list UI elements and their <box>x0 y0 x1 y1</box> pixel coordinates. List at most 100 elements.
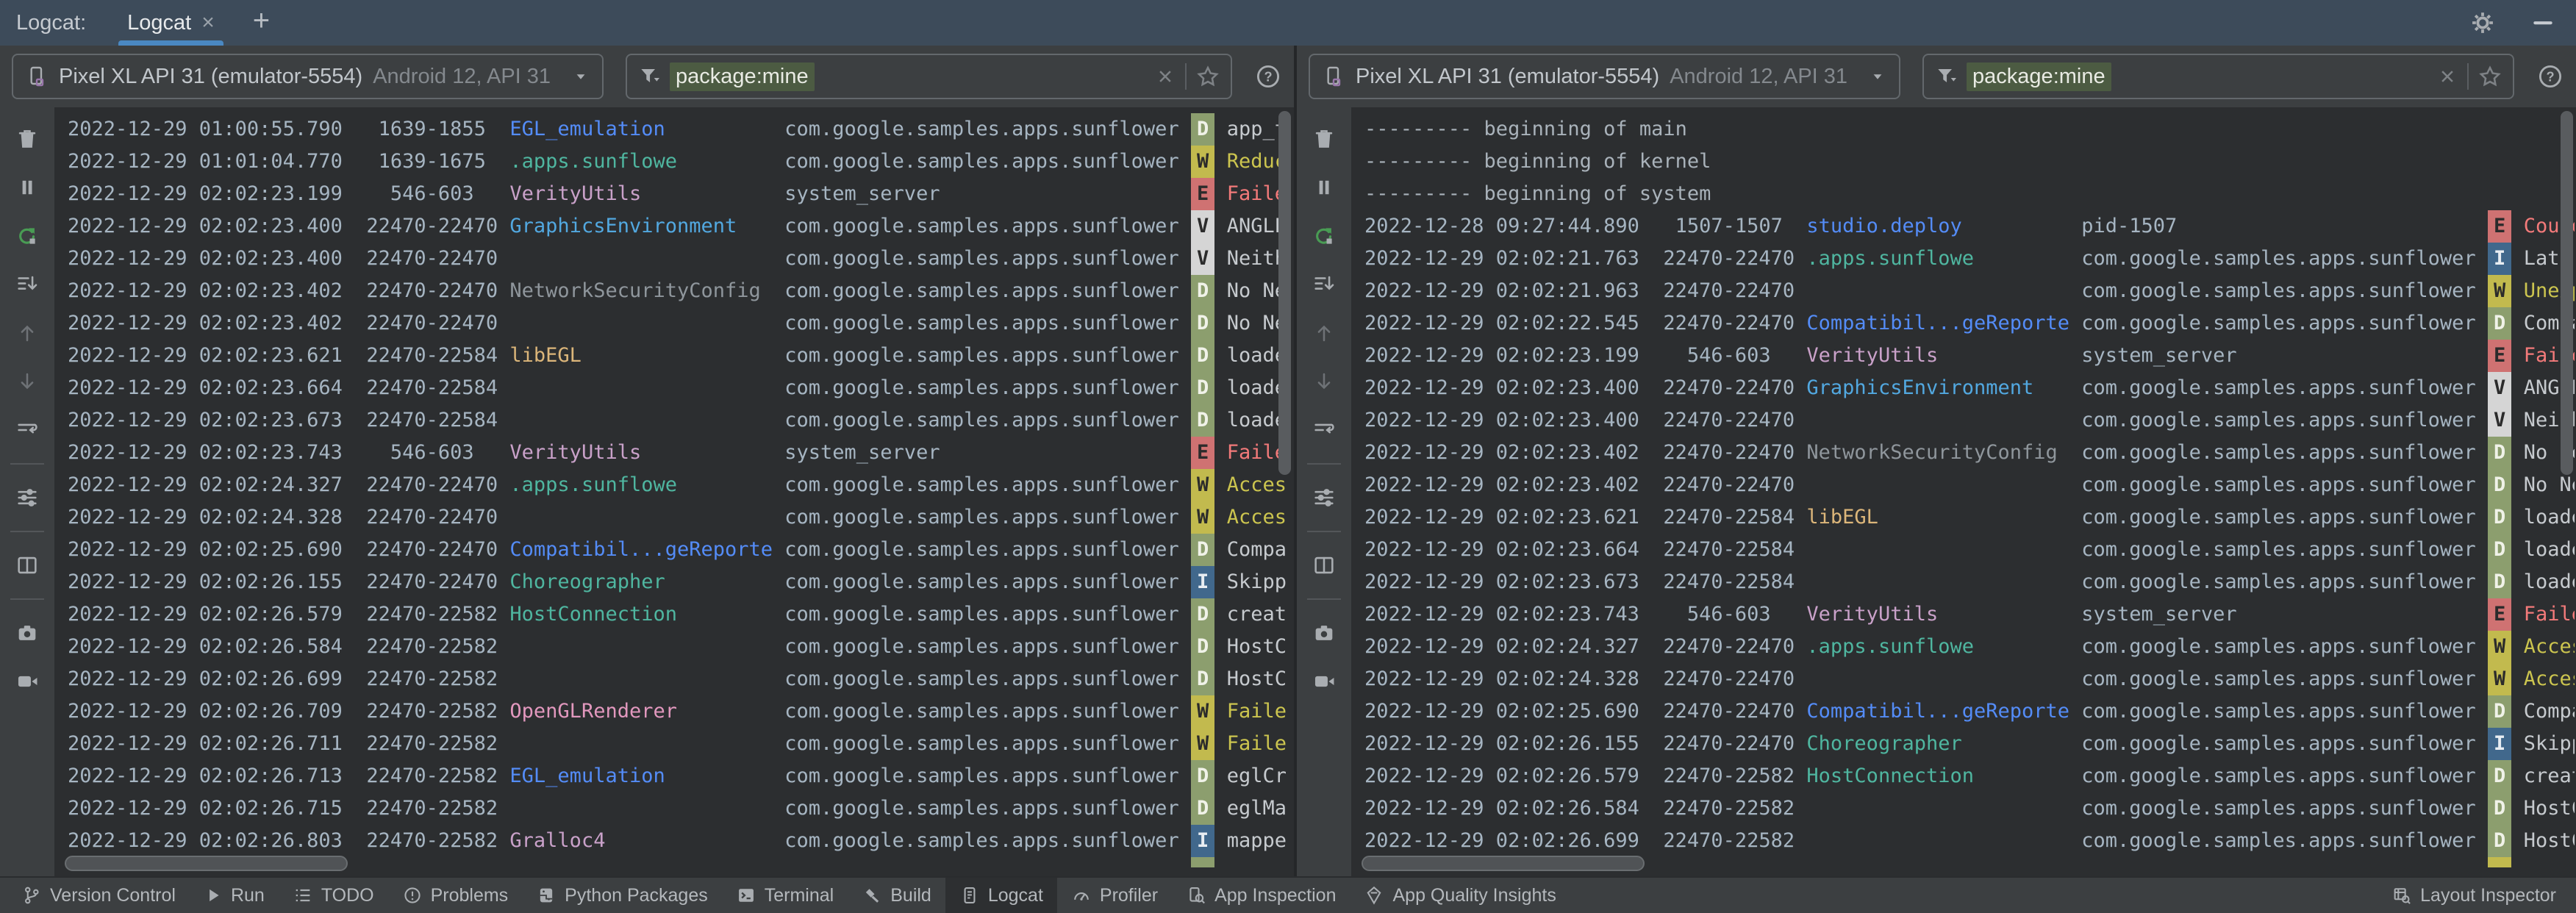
filter-funnel-icon[interactable] <box>637 65 661 88</box>
statusbar-item-todo[interactable]: TODO <box>279 878 388 913</box>
log-row[interactable]: 2022-12-29 02:02:24.327 22470-22470 .apps.… <box>68 469 1292 501</box>
soft-wrap-icon[interactable] <box>1303 409 1345 451</box>
log-row[interactable]: --------- beginning of main <box>1364 113 2575 146</box>
vertical-scrollbar[interactable] <box>2561 111 2573 475</box>
settings-gear-icon[interactable] <box>2469 9 2497 37</box>
record-screen-icon[interactable] <box>6 660 49 703</box>
log-row[interactable]: 2022-12-29 02:02:26.584 22470-22582 com.go… <box>1364 792 2575 825</box>
hide-tool-window-icon[interactable] <box>2529 9 2557 37</box>
log-row[interactable]: 2022-12-29 02:02:23.402 22470-22470 Networ… <box>68 275 1292 307</box>
horizontal-scrollbar[interactable] <box>1362 856 1645 871</box>
log-row[interactable]: 2022-12-29 02:02:25.690 22470-22470 Compat… <box>68 534 1292 566</box>
pause-logcat-icon[interactable] <box>1303 166 1345 209</box>
tab-logcat[interactable]: Logcat × <box>114 0 228 46</box>
log-row[interactable]: 2022-12-29 02:02:26.584 22470-22582 com.go… <box>68 631 1292 663</box>
log-row[interactable]: 2022-12-29 02:02:26.699 22470-22582 com.go… <box>68 663 1292 695</box>
statusbar-item-logcat[interactable]: Logcat <box>945 878 1057 913</box>
log-row[interactable]: 2022-12-29 02:02:25.690 22470-22470 Compat… <box>1364 695 2575 728</box>
statusbar-item-app-quality-insights[interactable]: App Quality Insights <box>1350 878 1570 913</box>
take-screenshot-icon[interactable] <box>1303 612 1345 654</box>
log-row[interactable]: 2022-12-29 02:02:21.763 22470-22470 .apps.… <box>1364 243 2575 275</box>
log-row[interactable]: 2022-12-29 02:02:26.715 22470-22582 com.go… <box>68 792 1292 825</box>
log-row[interactable]: 2022-12-28 09:27:44.890 1507-1507 studio.d… <box>1364 210 2575 243</box>
log-row[interactable]: 2022-12-29 02:02:26.711 22470-22582 com.go… <box>68 728 1292 760</box>
record-screen-icon[interactable] <box>1303 660 1345 703</box>
log-row[interactable]: 2022-12-29 02:02:23.673 22470-22584 com.go… <box>68 404 1292 437</box>
log-row[interactable]: 2022-12-29 02:02:23.400 22470-22470 Graphi… <box>1364 372 2575 404</box>
filter-help-icon[interactable]: ? <box>1254 62 1282 90</box>
previous-occurrence-icon[interactable] <box>6 312 49 354</box>
horizontal-scrollbar[interactable] <box>65 856 348 871</box>
favorite-star-icon[interactable] <box>1195 64 1220 89</box>
take-screenshot-icon[interactable] <box>6 612 49 654</box>
device-selector[interactable]: Pixel XL API 31 (emulator-5554) Android 1… <box>12 54 604 99</box>
restart-logcat-icon[interactable] <box>1303 215 1345 257</box>
log-row[interactable]: 2022-12-29 02:02:23.400 22470-22470 com.go… <box>68 243 1292 275</box>
statusbar-item-layout-inspector[interactable]: Layout Inspector <box>2378 878 2570 913</box>
restart-logcat-icon[interactable] <box>6 215 49 257</box>
statusbar-item-python-packages[interactable]: Python Packages <box>522 878 722 913</box>
statusbar-item-problems[interactable]: Problems <box>388 878 523 913</box>
clear-logcat-icon[interactable] <box>6 118 49 160</box>
log-row[interactable]: 2022-12-29 02:02:23.743 546-603 VerityUtil… <box>68 437 1292 469</box>
clear-filter-icon[interactable] <box>2436 65 2458 87</box>
clear-logcat-icon[interactable] <box>1303 118 1345 160</box>
log-row[interactable]: 2022-12-29 02:02:23.402 22470-22470 com.go… <box>68 307 1292 340</box>
log-row[interactable]: 2022-12-29 02:02:23.402 22470-22470 com.go… <box>1364 469 2575 501</box>
statusbar-item-version-control[interactable]: Version Control <box>7 878 190 913</box>
log-row[interactable]: 2022-12-29 02:02:26.579 22470-22582 HostCo… <box>1364 760 2575 792</box>
log-row[interactable]: 2022-12-29 02:02:26.803 22470-22582 Grallo… <box>68 825 1292 857</box>
log-row[interactable]: 2022-12-29 02:02:23.400 22470-22470 com.go… <box>1364 404 2575 437</box>
new-tab-button[interactable]: + <box>253 6 270 40</box>
filter-help-icon[interactable]: ? <box>2536 62 2564 90</box>
device-selector[interactable]: Pixel XL API 31 (emulator-5554) Android 1… <box>1309 54 1901 99</box>
filter-input[interactable]: package:mine <box>626 54 1232 99</box>
pause-logcat-icon[interactable] <box>6 166 49 209</box>
log-row[interactable]: 2022-12-29 02:02:23.621 22470-22584 libEGL… <box>68 340 1292 372</box>
statusbar-item-terminal[interactable]: Terminal <box>722 878 848 913</box>
log-row[interactable]: 2022-12-29 02:02:24.327 22470-22470 .apps.… <box>1364 631 2575 663</box>
statusbar-item-app-inspection[interactable]: App Inspection <box>1172 878 1350 913</box>
log-row[interactable]: 2022-12-29 02:02:26.155 22470-22470 Choreo… <box>1364 728 2575 760</box>
log-row[interactable]: 2022-12-29 01:01:04.770 1639-1675 .apps.su… <box>68 146 1292 178</box>
log-row[interactable]: 2022-12-29 02:02:23.400 22470-22470 Graphi… <box>68 210 1292 243</box>
soft-wrap-icon[interactable] <box>6 409 49 451</box>
statusbar-item-build[interactable]: Build <box>848 878 945 913</box>
filter-input[interactable]: package:mine <box>1922 54 2514 99</box>
split-panels-icon[interactable] <box>1303 544 1345 587</box>
log-row[interactable]: --------- beginning of kernel <box>1364 146 2575 178</box>
log-row[interactable]: 2022-12-29 02:02:23.402 22470-22470 Networ… <box>1364 437 2575 469</box>
log-row[interactable]: 2022-12-29 02:02:21.963 22470-22470 com.go… <box>1364 275 2575 307</box>
log-row[interactable]: --------- beginning of system <box>1364 178 2575 210</box>
configure-logcat-icon[interactable] <box>6 476 49 519</box>
log-row[interactable]: 2022-12-29 02:02:23.743 546-603 VerityUtil… <box>1364 598 2575 631</box>
vertical-scrollbar[interactable] <box>1278 111 1291 475</box>
log-row[interactable]: 2022-12-29 02:02:23.199 546-603 VerityUtil… <box>68 178 1292 210</box>
clear-filter-icon[interactable] <box>1154 65 1176 87</box>
log-row[interactable]: 2022-12-29 02:02:23.673 22470-22584 com.go… <box>1364 566 2575 598</box>
log-row[interactable]: 2022-12-29 02:02:26.699 22470-22582 com.go… <box>1364 825 2575 857</box>
statusbar-item-profiler[interactable]: Profiler <box>1057 878 1172 913</box>
scroll-to-end-icon[interactable] <box>1303 263 1345 306</box>
configure-logcat-icon[interactable] <box>1303 476 1345 519</box>
log-row[interactable]: 2022-12-29 02:02:24.328 22470-22470 com.go… <box>1364 663 2575 695</box>
split-panels-icon[interactable] <box>6 544 49 587</box>
next-occurrence-icon[interactable] <box>6 360 49 403</box>
log-row[interactable]: 2022-12-29 02:02:26.713 22470-22582 EGL_em… <box>68 760 1292 792</box>
log-row[interactable]: 2022-12-29 02:02:26.709 22470-22582 OpenGL… <box>68 695 1292 728</box>
log-row[interactable]: 2022-12-29 02:02:22.545 22470-22470 Compat… <box>1364 307 2575 340</box>
log-row[interactable]: 2022-12-29 02:02:23.199 546-603 VerityUtil… <box>1364 340 2575 372</box>
filter-funnel-icon[interactable] <box>1934 65 1958 88</box>
log-row[interactable]: 2022-12-29 02:02:23.621 22470-22584 libEGL… <box>1364 501 2575 534</box>
log-row[interactable]: 2022-12-29 01:00:55.790 1639-1855 EGL_emul… <box>68 113 1292 146</box>
tab-close-icon[interactable]: × <box>201 12 215 34</box>
previous-occurrence-icon[interactable] <box>1303 312 1345 354</box>
statusbar-item-run[interactable]: Run <box>190 878 279 913</box>
log-row[interactable]: 2022-12-29 02:02:26.579 22470-22582 HostCo… <box>68 598 1292 631</box>
log-row[interactable]: 2022-12-29 02:02:26.155 22470-22470 Choreo… <box>68 566 1292 598</box>
next-occurrence-icon[interactable] <box>1303 360 1345 403</box>
log-row[interactable]: 2022-12-29 02:02:24.328 22470-22470 com.go… <box>68 501 1292 534</box>
scroll-to-end-icon[interactable] <box>6 263 49 306</box>
log-row[interactable]: 2022-12-29 02:02:23.664 22470-22584 com.go… <box>68 372 1292 404</box>
favorite-star-icon[interactable] <box>2477 64 2502 89</box>
